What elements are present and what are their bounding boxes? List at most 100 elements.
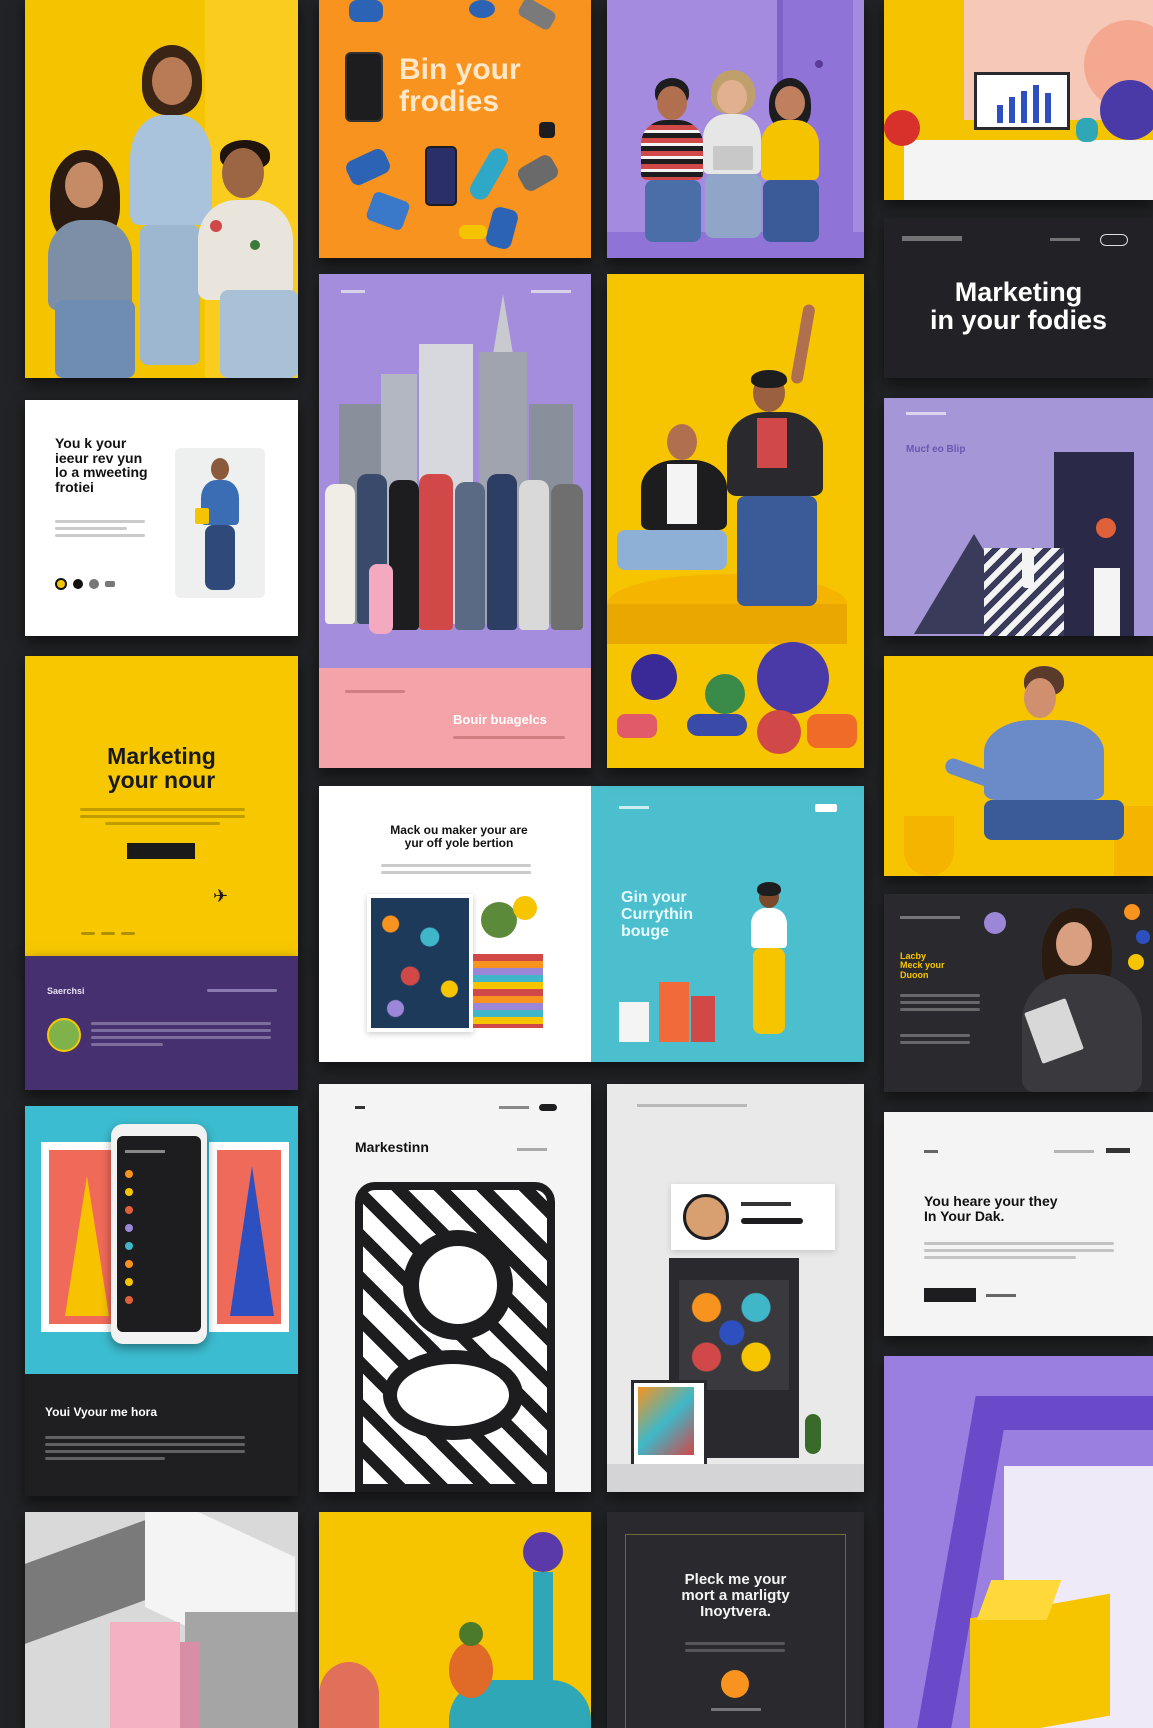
footer-title: Bouir buagelcs	[453, 712, 547, 727]
tile-yellow-pedestal[interactable]	[607, 274, 864, 768]
tile-yellow-marketing[interactable]: Marketing your nour ✈	[25, 656, 298, 956]
topbar-logo	[902, 236, 962, 241]
tile-desk-scene[interactable]	[884, 0, 1153, 200]
tile-dark-tablet[interactable]: Lacby Meck your Duoon	[884, 894, 1153, 1092]
spread-right-title: Gin your Currythin bouge	[621, 889, 693, 940]
phone-mockup[interactable]	[111, 1124, 207, 1344]
tile-lilac-architecture[interactable]: Mucf eo Blip	[884, 398, 1153, 636]
body-text	[80, 808, 245, 829]
tile-white-ad[interactable]: You k your ieeur rev yun lo a mweeting f…	[25, 400, 298, 636]
title-note	[517, 1148, 547, 1151]
white-totem	[1022, 548, 1034, 588]
ball-red	[757, 710, 801, 754]
topbar-button[interactable]	[1106, 1148, 1130, 1153]
gadget-9	[539, 122, 555, 138]
yellow-cone	[65, 1176, 109, 1316]
topbar-logo	[924, 1150, 938, 1153]
body-text	[924, 1242, 1114, 1263]
ball-purple-big	[757, 642, 829, 714]
topbar-button[interactable]	[1100, 234, 1128, 246]
gadget-3	[466, 144, 512, 204]
spread-right-button[interactable]	[815, 804, 837, 812]
tile-title: Marketing in your fodies	[929, 277, 1108, 336]
pedestal-1	[659, 982, 689, 1042]
cylinder-blue	[687, 714, 747, 736]
cylinder-orange	[807, 714, 857, 748]
tile-dark-marketing[interactable]: Marketing in your fodies	[884, 218, 1153, 378]
topbar	[906, 412, 946, 415]
topbar-logo	[355, 1106, 365, 1109]
person-3	[755, 78, 825, 246]
blue-cone	[230, 1166, 274, 1316]
tile-white-phone-art[interactable]: Markestinn	[319, 1084, 591, 1492]
teal-vase	[1076, 118, 1098, 142]
orange-badge	[721, 1670, 749, 1698]
white-pillar	[1094, 568, 1120, 636]
tile-teal-phone[interactable]: Youi Vyour me hora	[25, 1106, 298, 1496]
tile-purple-geometric[interactable]	[884, 1356, 1153, 1728]
gadget-5	[484, 205, 520, 251]
deco-ball-1	[1124, 904, 1140, 920]
tile-title: Bin your frodies	[399, 53, 521, 118]
tile-spread[interactable]: Mack ou maker your are yur off yole bert…	[319, 786, 864, 1062]
cta-button[interactable]	[924, 1288, 976, 1302]
teal-vase	[533, 1572, 553, 1682]
tile-yellow-man[interactable]	[884, 656, 1153, 876]
topbar-button[interactable]	[539, 1104, 557, 1111]
tile-purple-room[interactable]	[607, 0, 864, 258]
navy-ball	[1100, 80, 1153, 140]
spread-left-text	[381, 864, 531, 878]
orange-ball	[1096, 518, 1116, 538]
cta-button[interactable]	[127, 843, 195, 859]
yellow-ball	[513, 896, 537, 920]
tile-purple-footer[interactable]: Saerchsi	[25, 956, 298, 1090]
phone-gadget-small	[425, 146, 457, 206]
tile-title: Marketing your nour	[107, 743, 216, 794]
pink-block	[110, 1622, 180, 1728]
secondary-link[interactable]	[986, 1294, 1016, 1297]
tile-white-you-heare[interactable]: You heare your they In Your Dak.	[884, 1112, 1153, 1336]
pink-block-side	[180, 1642, 200, 1728]
pedestal-2	[691, 996, 715, 1042]
footer-label: Saerchsi	[47, 986, 85, 996]
poster-text	[685, 1642, 785, 1656]
tile-yellow-vases[interactable]	[319, 1512, 591, 1728]
plant	[481, 902, 517, 938]
person-right	[190, 140, 298, 378]
person-raising	[717, 303, 837, 614]
panel-grey	[185, 1612, 298, 1728]
photo-card	[175, 448, 265, 598]
tile-title: Pleck me your mort a marligty Inoytvera.	[681, 1571, 790, 1620]
tile-city-crowd[interactable]: Bouir buagelcs	[319, 274, 591, 768]
crowd	[319, 474, 591, 644]
pedestal-3	[619, 1002, 649, 1042]
tile-dark-poster[interactable]: Pleck me your mort a marligty Inoytvera.	[607, 1512, 864, 1728]
ball-green	[705, 674, 745, 714]
red-ball	[884, 110, 920, 146]
poster-footer	[711, 1708, 761, 1711]
footer-subtext	[453, 736, 565, 743]
plant	[805, 1414, 821, 1454]
tile-abstract-grey[interactable]	[25, 1512, 298, 1728]
tile-grey-office[interactable]	[607, 1084, 864, 1492]
body-text	[900, 994, 980, 1015]
orange-vase	[449, 1642, 493, 1698]
topbar-dots	[341, 290, 365, 293]
gadget-10	[459, 225, 487, 239]
profile-card[interactable]	[671, 1184, 835, 1250]
tile-orange-gadgets[interactable]: Bin your frodies	[319, 0, 591, 258]
phone-art	[355, 1182, 555, 1492]
gadget-7	[469, 0, 495, 18]
person-standing	[739, 882, 799, 1046]
body-text	[55, 520, 145, 541]
plant	[459, 1622, 483, 1646]
tile-yellow-people[interactable]	[25, 0, 298, 378]
phone-gadget	[345, 52, 383, 122]
cylinder-pink	[617, 714, 657, 738]
gadget-6	[349, 0, 383, 22]
tile-title: Mucf eo Blip	[906, 444, 966, 455]
topbar-line	[637, 1104, 747, 1107]
page-indicator	[75, 922, 135, 940]
tile-title: Lacby Meck your Duoon	[900, 951, 945, 980]
topbar-nav	[531, 290, 571, 293]
